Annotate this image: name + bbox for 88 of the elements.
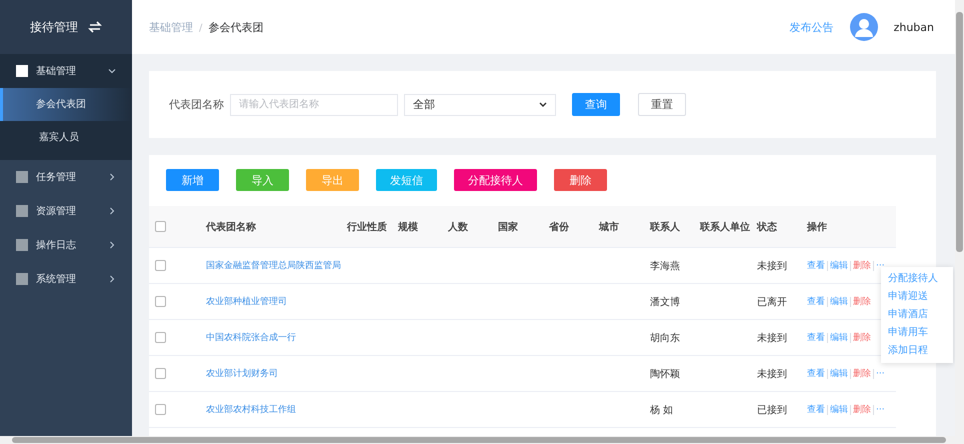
- row-checkbox[interactable]: [155, 368, 166, 379]
- vertical-scrollbar[interactable]: [955, 0, 964, 436]
- delegation-link[interactable]: 农业部种植业管理司: [206, 297, 287, 307]
- more-link[interactable]: ···: [876, 260, 885, 270]
- field-label: 代表团名称: [169, 97, 224, 112]
- toolbar-button[interactable]: 新增: [166, 169, 219, 191]
- column-header: 联系人: [650, 222, 680, 232]
- menu-item[interactable]: 任务管理: [0, 160, 132, 194]
- action-link[interactable]: 查看: [807, 295, 825, 308]
- toolbar-button[interactable]: 删除: [554, 169, 607, 191]
- menu-option[interactable]: 添加日程: [881, 342, 953, 360]
- action-link[interactable]: 查看: [807, 331, 825, 344]
- action-link[interactable]: 编辑: [830, 259, 848, 272]
- table-cell: 陶怀颖: [650, 368, 680, 380]
- name-input-field[interactable]: 请输入代表团名称: [230, 94, 398, 116]
- submenu-item[interactable]: 嘉宾人员: [0, 121, 132, 154]
- swap-icon[interactable]: [88, 21, 102, 33]
- action-link[interactable]: 编辑: [830, 331, 848, 344]
- row-checkbox[interactable]: [155, 260, 166, 271]
- column-header: 规模: [398, 222, 418, 232]
- menu-option[interactable]: 申请酒店: [881, 306, 953, 324]
- menu-item[interactable]: 系统管理: [0, 262, 132, 296]
- toolbar-button[interactable]: 导出: [306, 169, 359, 191]
- action-link[interactable]: 查看: [807, 367, 825, 380]
- username[interactable]: zhuban: [894, 20, 934, 34]
- table-cell: 已离开: [757, 296, 787, 308]
- table-cell: 未接到: [757, 332, 787, 344]
- action-link[interactable]: 查看: [807, 259, 825, 272]
- action-link[interactable]: 编辑: [830, 295, 848, 308]
- toolbar-button[interactable]: 分配接待人: [454, 169, 537, 191]
- app-title: 接待管理: [30, 18, 78, 36]
- menu-option[interactable]: 申请迎送: [881, 288, 953, 306]
- row-checkbox[interactable]: [155, 296, 166, 307]
- more-link[interactable]: ···: [876, 368, 885, 378]
- chevron-right-icon: [108, 275, 116, 283]
- horizontal-scrollbar[interactable]: [0, 436, 964, 444]
- column-header: 城市: [599, 222, 619, 232]
- chevron-down-icon: [539, 102, 547, 108]
- delegation-link[interactable]: 农业部计划财务司: [206, 369, 278, 379]
- table-cell: 潘文博: [650, 296, 680, 308]
- menu-item[interactable]: 资源管理: [0, 194, 132, 228]
- avatar-icon[interactable]: [850, 13, 878, 41]
- table-cell: 胡向东: [650, 332, 680, 344]
- menu-item[interactable]: 操作日志: [0, 228, 132, 262]
- breadcrumb-item[interactable]: 参会代表团: [208, 20, 264, 34]
- row-checkbox[interactable]: [155, 332, 166, 343]
- action-link[interactable]: 编辑: [830, 367, 848, 380]
- column-header: 状态: [757, 222, 777, 232]
- column-header: 代表团名称: [206, 222, 256, 232]
- toolbar-button[interactable]: 导入: [236, 169, 289, 191]
- chevron-right-icon: [108, 241, 116, 249]
- table-cell: 杨 如: [650, 404, 674, 416]
- delete-link[interactable]: 删除: [853, 295, 871, 308]
- column-header: 操作: [807, 220, 827, 234]
- column-header: 国家: [498, 222, 518, 232]
- menu-option[interactable]: 申请用车: [881, 324, 953, 342]
- search-button[interactable]: 查询: [572, 93, 620, 116]
- delete-link[interactable]: 删除: [853, 331, 871, 344]
- reset-button[interactable]: 重置: [638, 93, 686, 116]
- status-select[interactable]: 全部: [404, 94, 556, 116]
- column-header: 联系人单位: [700, 222, 750, 232]
- table-cell: 未接到: [757, 368, 787, 380]
- delegation-link[interactable]: 农业部农村科技工作组: [206, 405, 296, 415]
- breadcrumb-separator: /: [199, 22, 202, 34]
- chevron-down-icon: [108, 67, 116, 75]
- column-header: 省份: [549, 222, 569, 232]
- row-checkbox[interactable]: [155, 404, 166, 415]
- action-link[interactable]: 编辑: [830, 403, 848, 416]
- action-link[interactable]: 查看: [807, 403, 825, 416]
- delete-link[interactable]: 删除: [853, 367, 871, 380]
- menu-item[interactable]: 基础管理: [0, 54, 132, 88]
- announcement-link[interactable]: 发布公告: [790, 20, 834, 34]
- chevron-right-icon: [108, 207, 116, 215]
- table-cell: 已接到: [757, 404, 787, 416]
- delete-link[interactable]: 删除: [853, 403, 871, 416]
- column-header: 人数: [448, 222, 468, 232]
- menu-option[interactable]: 分配接待人: [881, 270, 953, 288]
- breadcrumb-item[interactable]: 基础管理: [149, 20, 193, 34]
- delegation-link[interactable]: 国家金融监督管理总局陕西监管局: [206, 261, 341, 271]
- select-all-checkbox[interactable]: [155, 221, 166, 232]
- more-link[interactable]: ···: [876, 404, 885, 414]
- delete-link[interactable]: 删除: [853, 259, 871, 272]
- delegation-link[interactable]: 中国农科院张合成一行: [206, 333, 296, 343]
- table-cell: 李海燕: [650, 260, 680, 272]
- column-header: 行业性质: [347, 222, 387, 232]
- toolbar-button[interactable]: 发短信: [376, 169, 437, 191]
- chevron-right-icon: [108, 173, 116, 181]
- table-cell: 未接到: [757, 260, 787, 272]
